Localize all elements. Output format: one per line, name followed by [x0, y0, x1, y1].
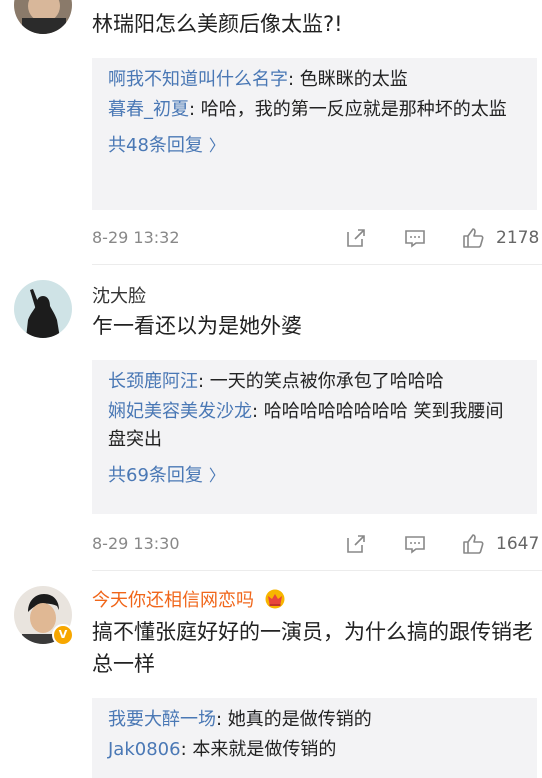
reply-username[interactable]: Jak0806 [108, 739, 181, 760]
more-replies-label: 共48条回复 [108, 135, 203, 156]
reply-item[interactable]: 娴妃美容美发沙龙: 哈哈哈哈哈哈哈哈 笑到我腰间盘突出 [108, 398, 521, 454]
reply-text: : 哈哈，我的第一反应就是那种坏的太监 [189, 99, 507, 120]
reply-item[interactable]: 我要大醉一场: 她真的是做传销的 [108, 706, 521, 734]
comment-meta: 8-29 13:32 2178 [92, 226, 540, 254]
divider [92, 264, 542, 265]
like-count: 1647 [496, 534, 540, 554]
comment-text: 搞不懂张庭好好的一演员，为什么搞的跟传销老总一样 [92, 620, 533, 676]
reply-box[interactable]: 长颈鹿阿汪: 一天的笑点被你承包了哈哈哈 娴妃美容美发沙龙: 哈哈哈哈哈哈哈哈 … [92, 360, 537, 514]
avatar[interactable] [14, 280, 72, 338]
reply-text: : 本来就是做传销的 [180, 739, 337, 760]
comment-icon[interactable] [403, 532, 427, 556]
reply-text: : 色眯眯的太监 [288, 69, 408, 90]
comment-text: 乍一看还以为是她外婆 [92, 314, 302, 338]
divider [92, 570, 542, 571]
reply-username[interactable]: 长颈鹿阿汪 [108, 371, 198, 392]
comment-text: 林瑞阳怎么美颜后像太监?! [92, 12, 343, 36]
comment-meta: 8-29 13:30 1647 [92, 532, 540, 560]
reply-text: : 她真的是做传销的 [216, 709, 372, 730]
share-icon[interactable] [344, 226, 368, 250]
more-replies-link[interactable]: 共69条回复〉 [108, 462, 521, 490]
crown-badge-icon [265, 589, 285, 609]
reply-item[interactable]: 啊我不知道叫什么名字: 色眯眯的太监 [108, 66, 521, 94]
reply-item[interactable]: Jak0806: 本来就是做传销的 [108, 736, 521, 764]
reply-username[interactable]: 娴妃美容美发沙龙 [108, 401, 252, 422]
reply-box[interactable]: 我要大醉一场: 她真的是做传销的 Jak0806: 本来就是做传销的 [92, 698, 537, 778]
username[interactable]: 今天你还相信网恋吗 [92, 586, 286, 612]
more-replies-link[interactable]: 共48条回复〉 [108, 132, 521, 160]
chevron-right-icon: 〉 [208, 136, 225, 155]
like-count: 2178 [496, 228, 540, 248]
reply-username[interactable]: 暮春_初夏 [108, 99, 189, 120]
timestamp: 8-29 13:30 [92, 534, 180, 553]
share-icon[interactable] [344, 532, 368, 556]
avatar[interactable] [14, 0, 72, 34]
chevron-right-icon: 〉 [208, 466, 225, 485]
reply-item[interactable]: 暮春_初夏: 哈哈，我的第一反应就是那种坏的太监 [108, 96, 521, 124]
reply-item[interactable]: 长颈鹿阿汪: 一天的笑点被你承包了哈哈哈 [108, 368, 521, 396]
like-icon[interactable] [461, 226, 485, 250]
timestamp: 8-29 13:32 [92, 228, 180, 247]
more-replies-label: 共69条回复 [108, 465, 203, 486]
like-icon[interactable] [461, 532, 485, 556]
reply-username[interactable]: 我要大醉一场 [108, 709, 216, 730]
reply-username[interactable]: 啊我不知道叫什么名字 [108, 69, 288, 90]
reply-box[interactable]: 啊我不知道叫什么名字: 色眯眯的太监 暮春_初夏: 哈哈，我的第一反应就是那种坏… [92, 58, 537, 210]
comment-icon[interactable] [403, 226, 427, 250]
verified-icon: V [52, 624, 74, 646]
username[interactable]: 沈大脸 [92, 282, 146, 308]
reply-text: : 一天的笑点被你承包了哈哈哈 [198, 371, 444, 392]
username-label: 今天你还相信网恋吗 [92, 590, 254, 611]
